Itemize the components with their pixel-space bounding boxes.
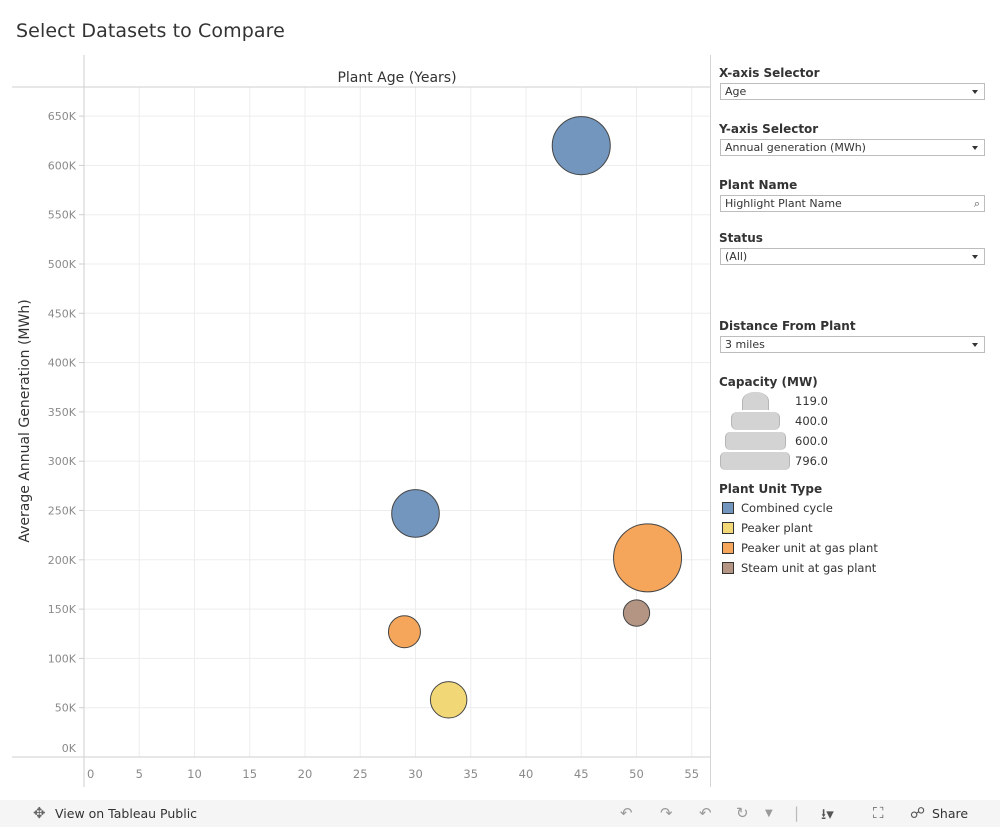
x-axis-selector-value: Age <box>725 85 747 98</box>
panel-divider <box>710 55 711 787</box>
size-legend-item: 796.0 <box>719 452 919 472</box>
chevron-down-icon <box>972 90 978 94</box>
y-axis-selector[interactable]: Annual generation (MWh) <box>720 139 985 156</box>
x-tick-label: 25 <box>353 767 368 781</box>
bubble-combined-cycle[interactable] <box>551 116 611 176</box>
x-tick-label: 5 <box>136 767 143 781</box>
size-legend-label: 600.0 <box>795 434 828 448</box>
size-legend-item: 119.0 <box>719 392 919 412</box>
y-tick-label: 500K <box>48 258 77 271</box>
x-tick-label: 40 <box>519 767 534 781</box>
status-label: Status <box>719 231 763 245</box>
plant-name-placeholder: Highlight Plant Name <box>725 197 842 210</box>
undo-icon[interactable]: ↶ <box>620 804 633 822</box>
size-legend-item: 400.0 <box>719 412 919 432</box>
bubble-combined-cycle[interactable] <box>391 489 440 538</box>
x-tick-label: 55 <box>684 767 699 781</box>
y-tick-label: 200K <box>48 554 77 567</box>
y-tick-label: 0K <box>62 742 77 755</box>
toolbar-separator: | <box>794 804 800 822</box>
color-swatch <box>722 542 734 554</box>
x-tick-label: 30 <box>408 767 423 781</box>
size-legend-shape <box>725 432 786 450</box>
pause-dropdown-icon[interactable]: ▼ <box>765 808 773 819</box>
chevron-down-icon <box>972 255 978 259</box>
bubble-peaker-unit-at-gas-plant[interactable] <box>613 523 683 593</box>
y-tick-labels: 0K 50K 100K 150K 200K 250K 300K 350K 400K 450K 500… <box>48 110 84 758</box>
y-tick-label: 350K <box>48 406 77 419</box>
plant-name-search-input[interactable]: Highlight Plant Name ⌕ <box>720 195 985 212</box>
legend-label: Peaker unit at gas plant <box>741 541 878 555</box>
y-tick-label: 150K <box>48 603 77 616</box>
x-axis-title: Plant Age (Years) <box>337 70 456 86</box>
share-button[interactable]: Share <box>932 806 968 821</box>
status-selector[interactable]: (All) <box>720 248 985 265</box>
x-tick-label: 35 <box>463 767 478 781</box>
distance-selector[interactable]: 3 miles <box>720 336 985 353</box>
revert-icon[interactable]: ↶ <box>699 804 712 822</box>
view-on-tableau-public-link[interactable]: View on Tableau Public <box>55 806 197 821</box>
size-legend-shape <box>731 412 780 430</box>
y-axis-selector-label: Y-axis Selector <box>719 122 819 136</box>
share-icon[interactable]: ☍ <box>910 804 925 822</box>
bubble-chart: Plant Age (Years) Average Annual Generat… <box>12 55 710 787</box>
legend-label: Combined cycle <box>741 501 833 515</box>
x-tick-label: 10 <box>187 767 202 781</box>
x-tick-label: 45 <box>574 767 589 781</box>
chevron-down-icon <box>972 343 978 347</box>
unit-type-legend-title: Plant Unit Type <box>719 482 823 496</box>
x-tick-label: 20 <box>298 767 313 781</box>
plant-name-label: Plant Name <box>719 178 798 192</box>
size-legend-label: 796.0 <box>795 454 828 468</box>
size-legend-label: 400.0 <box>795 414 828 428</box>
redo-icon[interactable]: ↷ <box>660 804 673 822</box>
x-tick-label: 0 <box>87 767 94 781</box>
x-tick-label: 15 <box>242 767 257 781</box>
refresh-icon[interactable]: ↻ <box>736 804 749 822</box>
y-tick-label: 450K <box>48 307 77 320</box>
x-tick-labels: 0 5 10 15 20 25 30 35 40 45 50 55 <box>87 767 699 781</box>
status-selector-value: (All) <box>725 250 748 263</box>
y-tick-label: 300K <box>48 455 77 468</box>
y-tick-label: 100K <box>48 652 77 665</box>
download-icon[interactable]: ⭳▾ <box>821 804 834 829</box>
legend-label: Steam unit at gas plant <box>741 561 877 575</box>
capacity-legend-title: Capacity (MW) <box>719 375 818 389</box>
x-axis-selector[interactable]: Age <box>720 83 985 100</box>
toolbar: ✥ View on Tableau Public ↶ ↷ ↶ ↻ ▼ | ⭳▾ … <box>0 800 1000 827</box>
y-tick-label: 250K <box>48 505 77 518</box>
x-axis-selector-label: X-axis Selector <box>719 66 820 80</box>
y-tick-label: 550K <box>48 209 77 222</box>
y-tick-label: 50K <box>55 702 77 715</box>
bubble-peaker-unit-at-gas-plant[interactable] <box>387 615 421 649</box>
y-tick-label: 400K <box>48 357 77 370</box>
bubble-steam-unit-at-gas-plant[interactable] <box>622 599 651 627</box>
fullscreen-icon[interactable]: ⛶ <box>873 804 884 822</box>
y-tick-label: 600K <box>48 159 77 172</box>
size-legend-shape <box>720 452 790 470</box>
legend-label: Peaker plant <box>741 521 813 535</box>
size-legend-label: 119.0 <box>795 394 828 408</box>
color-swatch <box>722 562 734 574</box>
y-axis-selector-value: Annual generation (MWh) <box>725 141 866 154</box>
color-swatch <box>722 522 734 534</box>
x-tick-label: 50 <box>629 767 644 781</box>
gridlines <box>84 87 710 757</box>
bubble-peaker-plant[interactable] <box>429 681 468 719</box>
y-tick-label: 650K <box>48 110 77 123</box>
chevron-down-icon <box>972 146 978 150</box>
bubbles <box>387 116 683 719</box>
distance-label: Distance From Plant <box>719 319 856 333</box>
axes <box>12 55 710 787</box>
search-icon[interactable]: ⌕ <box>974 197 980 211</box>
tableau-logo-icon: ✥ <box>33 804 46 822</box>
distance-selector-value: 3 miles <box>725 338 765 351</box>
size-legend-item: 600.0 <box>719 432 919 452</box>
size-legend-shape <box>742 392 769 410</box>
color-swatch <box>722 502 734 514</box>
y-axis-title: Average Annual Generation (MWh) <box>17 299 33 542</box>
